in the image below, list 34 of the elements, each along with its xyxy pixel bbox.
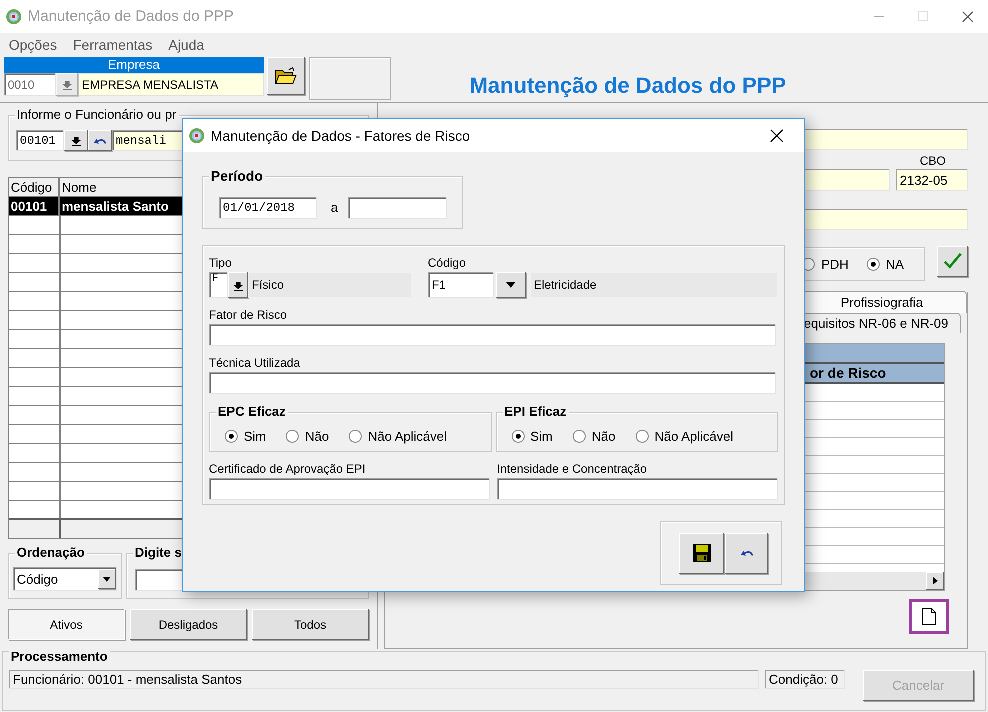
radio-label: Não Aplicável: [654, 428, 734, 444]
radio-label: Não: [592, 428, 616, 444]
radio-label: Sim: [530, 428, 553, 444]
type-description-field: Físico: [248, 272, 412, 298]
period-label: Período: [209, 168, 266, 184]
field-label: Certificado de Aprovação EPI: [209, 462, 367, 476]
radio-label: Não Aplicável: [368, 428, 448, 444]
type-label: Tipo: [209, 256, 233, 270]
search-label: Digite s: [133, 545, 184, 560]
ordering-label: Ordenação: [15, 545, 87, 560]
radio-label: Não: [305, 428, 330, 444]
field-label: Fator de Risco: [209, 308, 288, 322]
table-cell-text: mensalista Santo: [61, 198, 170, 215]
code-label: Código: [428, 256, 468, 270]
status-condition: Condição: 0: [765, 670, 845, 689]
dialog-title: Manutenção de Dados - Fatores de Risco: [211, 128, 472, 144]
window-title: Manutenção de Dados do PPP: [28, 8, 235, 25]
status-message: Funcionário: 00101 - mensalista Santos: [9, 670, 759, 689]
processing-label: Processamento: [9, 649, 110, 664]
group-label: EPC Eficaz: [216, 404, 288, 419]
group-label: EPI Eficaz: [502, 404, 569, 419]
cbo-label: CBO: [920, 154, 946, 168]
radio-label: PDH: [821, 256, 849, 272]
page-title: Manutenção de Dados do PPP: [470, 73, 786, 99]
employee-search-label: Informe o Funcionário ou pr: [15, 107, 179, 122]
dropdown-value: Código: [17, 572, 60, 586]
radio-label: Sim: [244, 428, 266, 444]
code-description-field: Eletricidade: [530, 272, 778, 298]
table-cell: 00101: [9, 197, 60, 215]
radio-label: NA: [886, 256, 904, 272]
period-separator: a: [331, 200, 338, 215]
field-label: Técnica Utilizada: [209, 356, 302, 370]
company-label: Empresa: [4, 57, 264, 73]
field-label: Intensidade e Concentração: [497, 462, 648, 476]
